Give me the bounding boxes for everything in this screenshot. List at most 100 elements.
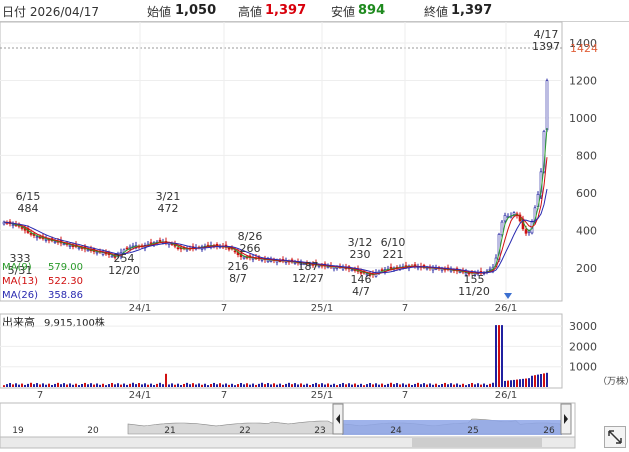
volume-bar — [63, 383, 65, 387]
volume-bar — [423, 383, 425, 387]
volume-bar — [276, 384, 278, 387]
volume-bar — [66, 384, 68, 387]
volume-bar — [69, 383, 71, 387]
volume-bar — [180, 385, 182, 387]
volume-bar — [366, 384, 368, 387]
volume-bar — [309, 385, 311, 387]
volume-bar — [120, 384, 122, 387]
volume-bar — [147, 384, 149, 387]
volume-bar — [342, 382, 344, 387]
volume-bar — [294, 383, 296, 387]
volume-bar — [381, 383, 383, 387]
volume-bar — [270, 384, 272, 387]
volume-bar — [498, 325, 500, 387]
volume-bar — [432, 384, 434, 387]
volume-bar — [480, 384, 482, 387]
navigator-year-label: 21 — [164, 426, 175, 436]
volume-time-tick-label: 7 — [221, 390, 227, 401]
ma26-name: MA(26) — [2, 290, 38, 301]
volume-bar — [60, 384, 62, 387]
volume-bar — [525, 378, 527, 387]
volume-bar — [177, 383, 179, 387]
volume-bar — [249, 384, 251, 387]
volume-bar — [24, 384, 26, 387]
volume-bar — [450, 383, 452, 387]
volume-bar — [288, 382, 290, 387]
volume-bar — [474, 384, 476, 387]
candle-body — [176, 247, 180, 250]
volume-bar — [345, 384, 347, 387]
volume-bar — [372, 384, 374, 387]
volume-bar — [282, 384, 284, 387]
volume-bar — [279, 383, 281, 387]
volume-bar — [81, 383, 83, 387]
volume-time-tick-label: 7 — [37, 390, 43, 401]
volume-bar — [168, 384, 170, 387]
volume-bar — [114, 384, 116, 387]
annotation-price: 1397 — [532, 40, 560, 53]
volume-bar — [510, 380, 512, 387]
navigator-year-label: 20 — [87, 426, 99, 436]
volume-bar — [207, 385, 209, 387]
stock-chart: 6/154843335/3125412/203/214728/262662168… — [0, 21, 629, 449]
volume-bar — [3, 385, 5, 387]
volume-bar — [108, 384, 110, 387]
navigator-scroll-thumb[interactable] — [412, 438, 542, 447]
annotation-price: 484 — [18, 202, 39, 215]
volume-bar — [261, 382, 263, 387]
volume-bar — [462, 383, 464, 387]
ma9-name: MA(9) — [2, 262, 32, 273]
volume-bar — [468, 384, 470, 387]
volume-bar — [297, 384, 299, 387]
candle-body — [350, 269, 354, 272]
volume-bar — [141, 384, 143, 387]
volume-bar — [33, 384, 35, 387]
volume-bar — [129, 383, 131, 387]
volume-bar — [156, 383, 158, 387]
price-annotation: 6/15484 — [16, 190, 41, 215]
volume-bar — [324, 384, 326, 387]
volume-bar — [15, 383, 17, 387]
annotation-price: 230 — [350, 248, 371, 261]
price-annotation: 4/171397 — [532, 28, 560, 53]
volume-bar — [171, 383, 173, 387]
volume-bar — [30, 382, 32, 387]
volume-bar — [123, 383, 125, 387]
volume-bar — [183, 383, 185, 387]
time-tick-label: 7 — [402, 303, 408, 314]
volume-bar — [213, 382, 215, 387]
volume-unit: （万株） — [598, 375, 629, 387]
volume-bar — [369, 383, 371, 387]
volume-bar — [48, 383, 50, 387]
price-annotation: 3/21472 — [156, 190, 181, 215]
volume-bar — [21, 383, 23, 387]
volume-bar — [477, 383, 479, 387]
volume-bar — [519, 379, 521, 387]
annotation-date: 8/7 — [229, 272, 247, 285]
volume-bar — [399, 384, 401, 387]
volume-bar — [339, 384, 341, 387]
volume-bar — [378, 384, 380, 387]
candle-body — [158, 239, 162, 242]
volume-bar — [420, 384, 422, 387]
volume-bar — [93, 384, 95, 387]
candle-body — [242, 256, 246, 259]
volume-time-tick-label: 7 — [402, 390, 408, 401]
navigator-year-label: 26 — [543, 426, 555, 436]
volume-bar — [231, 383, 233, 387]
price-tick-label: 800 — [576, 149, 597, 162]
volume-bar — [225, 383, 227, 387]
volume-bar — [132, 382, 134, 387]
volume-bar — [408, 383, 410, 387]
navigator-selection[interactable] — [342, 420, 562, 435]
ma13-name: MA(13) — [2, 276, 38, 287]
volume-bar — [90, 383, 92, 387]
volume-bar — [384, 384, 386, 387]
volume-bar — [9, 383, 11, 387]
candle-body — [524, 229, 528, 234]
volume-bar — [516, 379, 518, 387]
volume-time-tick-label: 26/1 — [495, 390, 517, 401]
volume-tick-label: 3000 — [569, 320, 597, 333]
volume-bar — [285, 383, 287, 387]
expand-button[interactable] — [604, 426, 626, 448]
